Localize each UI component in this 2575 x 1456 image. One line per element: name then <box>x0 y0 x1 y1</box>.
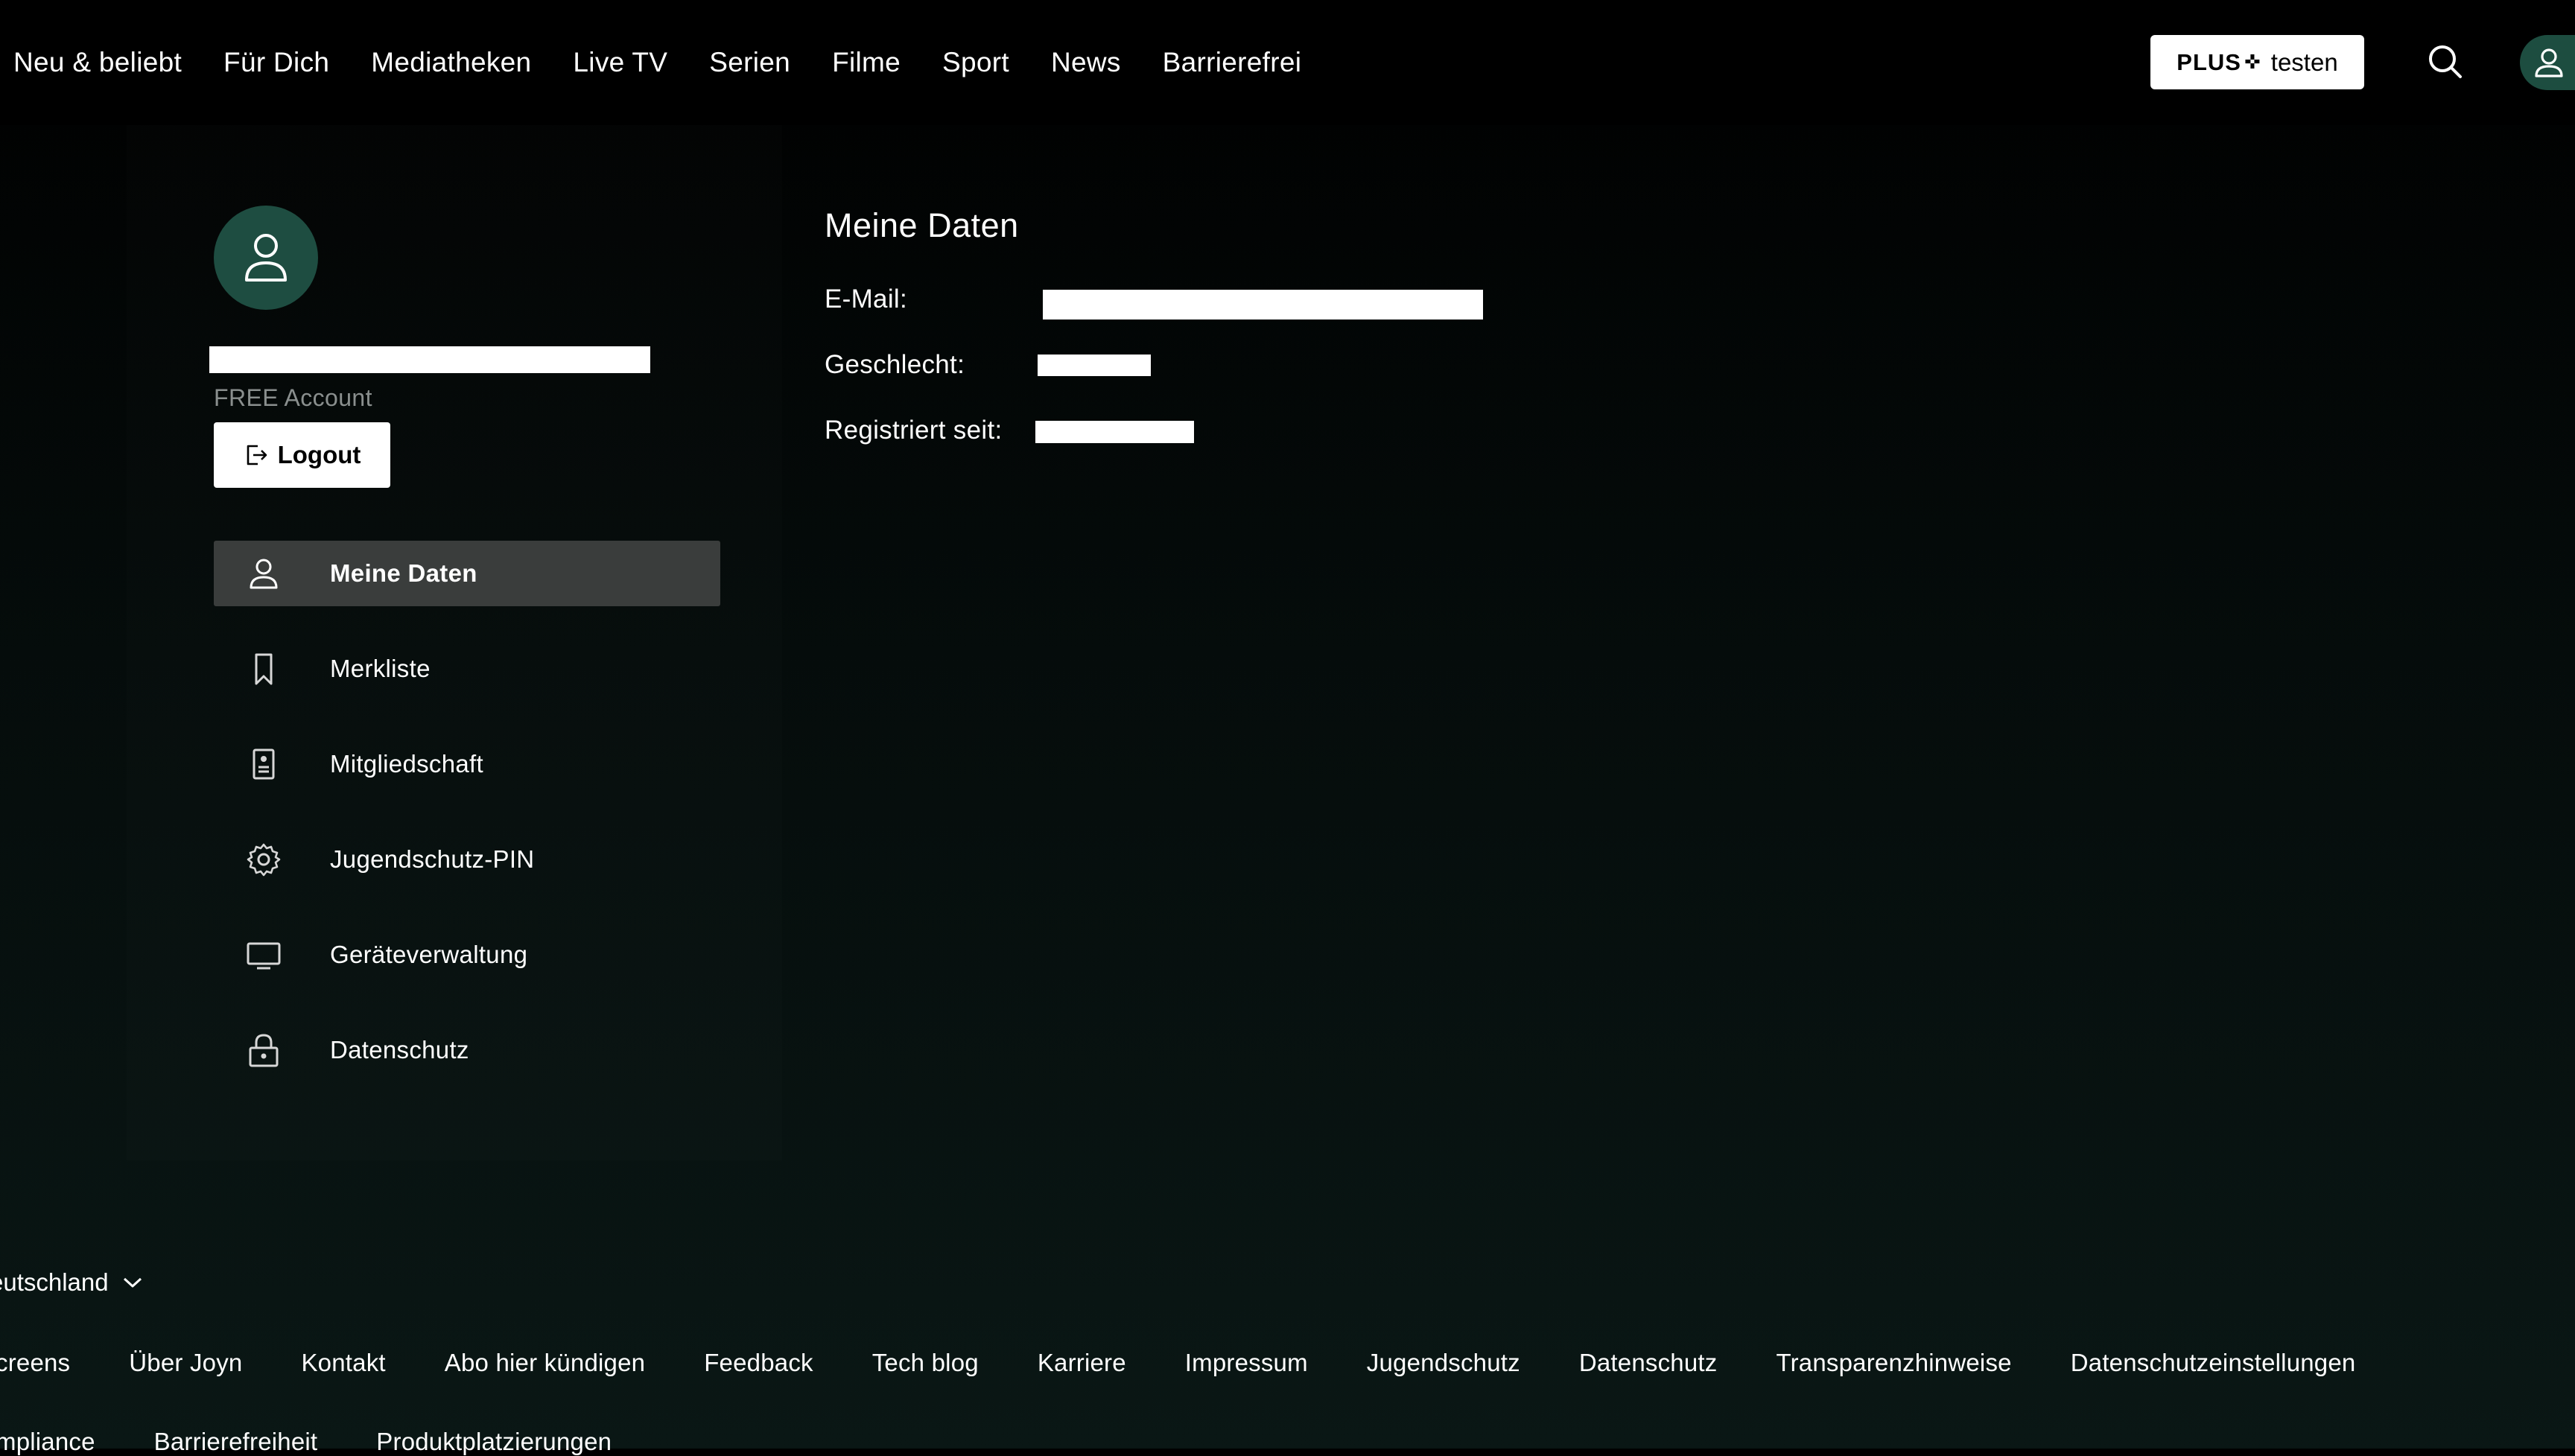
sidebar-item-datenschutz[interactable]: Datenschutz <box>214 1017 720 1083</box>
nav-sport[interactable]: Sport <box>942 47 1009 78</box>
footer-link-barrierefreiheit[interactable]: Barrierefreiheit <box>154 1428 318 1456</box>
sidebar-item-label: Geräteverwaltung <box>330 941 528 968</box>
footer-link-jugendschutz[interactable]: Jugendschutz <box>1367 1349 1520 1377</box>
registered-since-label: Registriert seit: <box>825 416 1003 445</box>
sidebar-item-merkliste[interactable]: Merkliste <box>214 636 720 702</box>
footer-link-transparenzhinweise[interactable]: Transparenzhinweise <box>1776 1349 2011 1377</box>
sidebar-item-label: Datenschutz <box>330 1036 469 1064</box>
logout-button[interactable]: Logout <box>214 422 390 488</box>
nav-mediatheken[interactable]: Mediatheken <box>371 47 531 78</box>
sidebar-item-mitgliedschaft[interactable]: Mitgliedschaft <box>214 731 720 797</box>
footer-link-impressum[interactable]: Impressum <box>1185 1349 1308 1377</box>
account-type-label: FREE Account <box>214 384 372 411</box>
country-label: eutschland <box>0 1268 109 1296</box>
footer-link-compliance[interactable]: mpliance <box>0 1428 95 1456</box>
top-navigation: Neu & beliebt Für Dich Mediatheken Live … <box>0 0 2575 125</box>
sidebar-item-label: Meine Daten <box>330 559 477 587</box>
footer-link-screens[interactable]: creens <box>0 1349 70 1377</box>
redacted-gender-value <box>1038 355 1151 376</box>
plus-star-icon: ✜ <box>2244 51 2261 73</box>
chevron-down-icon <box>123 1277 142 1288</box>
monitor-icon <box>247 942 281 970</box>
user-icon <box>250 559 278 589</box>
sidebar-item-meine-daten[interactable]: Meine Daten <box>214 541 720 606</box>
footer-link-karriere[interactable]: Karriere <box>1038 1349 1126 1377</box>
sidebar-item-label: Merkliste <box>330 655 431 682</box>
nav-fuer-dich[interactable]: Für Dich <box>223 47 329 78</box>
redacted-email-value <box>1043 290 1483 320</box>
plus-brand-label: PLUS <box>2176 48 2241 75</box>
footer-link-tech-blog[interactable]: Tech blog <box>872 1349 979 1377</box>
user-icon <box>245 234 287 282</box>
country-selector[interactable]: eutschland <box>0 1268 143 1297</box>
page-title: Meine Daten <box>825 206 1019 244</box>
lock-icon <box>249 1034 279 1067</box>
footer-links-row-1: creens Über Joyn Kontakt Abo hier kündig… <box>0 1349 2355 1377</box>
footer-links-row-2: mpliance Barrierefreiheit Produktplatzie… <box>0 1428 612 1456</box>
nav-filme[interactable]: Filme <box>832 47 901 78</box>
search-icon[interactable] <box>2425 41 2466 83</box>
bookmark-icon <box>255 653 273 685</box>
logout-icon <box>247 445 267 465</box>
nav-barrierefrei[interactable]: Barrierefrei <box>1163 47 1302 78</box>
plus-testen-label: testen <box>2270 48 2338 76</box>
footer-link-kontakt[interactable]: Kontakt <box>301 1349 385 1377</box>
sidebar-item-geraeteverwaltung[interactable]: Geräteverwaltung <box>214 922 720 988</box>
footer-link-abo-kuendigen[interactable]: Abo hier kündigen <box>445 1349 645 1377</box>
membership-card-icon <box>253 748 275 780</box>
nav-live-tv[interactable]: Live TV <box>573 47 667 78</box>
account-avatar-button[interactable] <box>2520 35 2575 90</box>
footer-link-datenschutzeinstellungen[interactable]: Datenschutzeinstellungen <box>2071 1349 2356 1377</box>
nav-news[interactable]: News <box>1051 47 1121 78</box>
email-label: E-Mail: <box>825 284 907 314</box>
redacted-username <box>209 346 650 373</box>
sidebar-item-jugendschutz-pin[interactable]: Jugendschutz-PIN <box>214 827 720 892</box>
footer-link-produktplatzierungen[interactable]: Produktplatzierungen <box>376 1428 612 1456</box>
footer-link-ueber-joyn[interactable]: Über Joyn <box>129 1349 242 1377</box>
redacted-registered-value <box>1035 421 1194 443</box>
nav-serien[interactable]: Serien <box>709 47 790 78</box>
sidebar-item-label: Jugendschutz-PIN <box>330 845 535 873</box>
footer-link-datenschutz[interactable]: Datenschutz <box>1579 1349 1718 1377</box>
user-icon <box>2535 48 2563 77</box>
profile-avatar <box>214 206 318 310</box>
gender-label: Geschlecht: <box>825 350 965 379</box>
plus-testen-button[interactable]: PLUS ✜ testen <box>2150 35 2364 89</box>
footer-link-feedback[interactable]: Feedback <box>704 1349 813 1377</box>
nav-neu-beliebt[interactable]: Neu & beliebt <box>13 47 182 78</box>
logout-label: Logout <box>277 441 361 468</box>
gear-icon <box>247 843 281 877</box>
sidebar-item-label: Mitgliedschaft <box>330 750 483 778</box>
main-nav-links: Neu & beliebt Für Dich Mediatheken Live … <box>13 40 1301 85</box>
